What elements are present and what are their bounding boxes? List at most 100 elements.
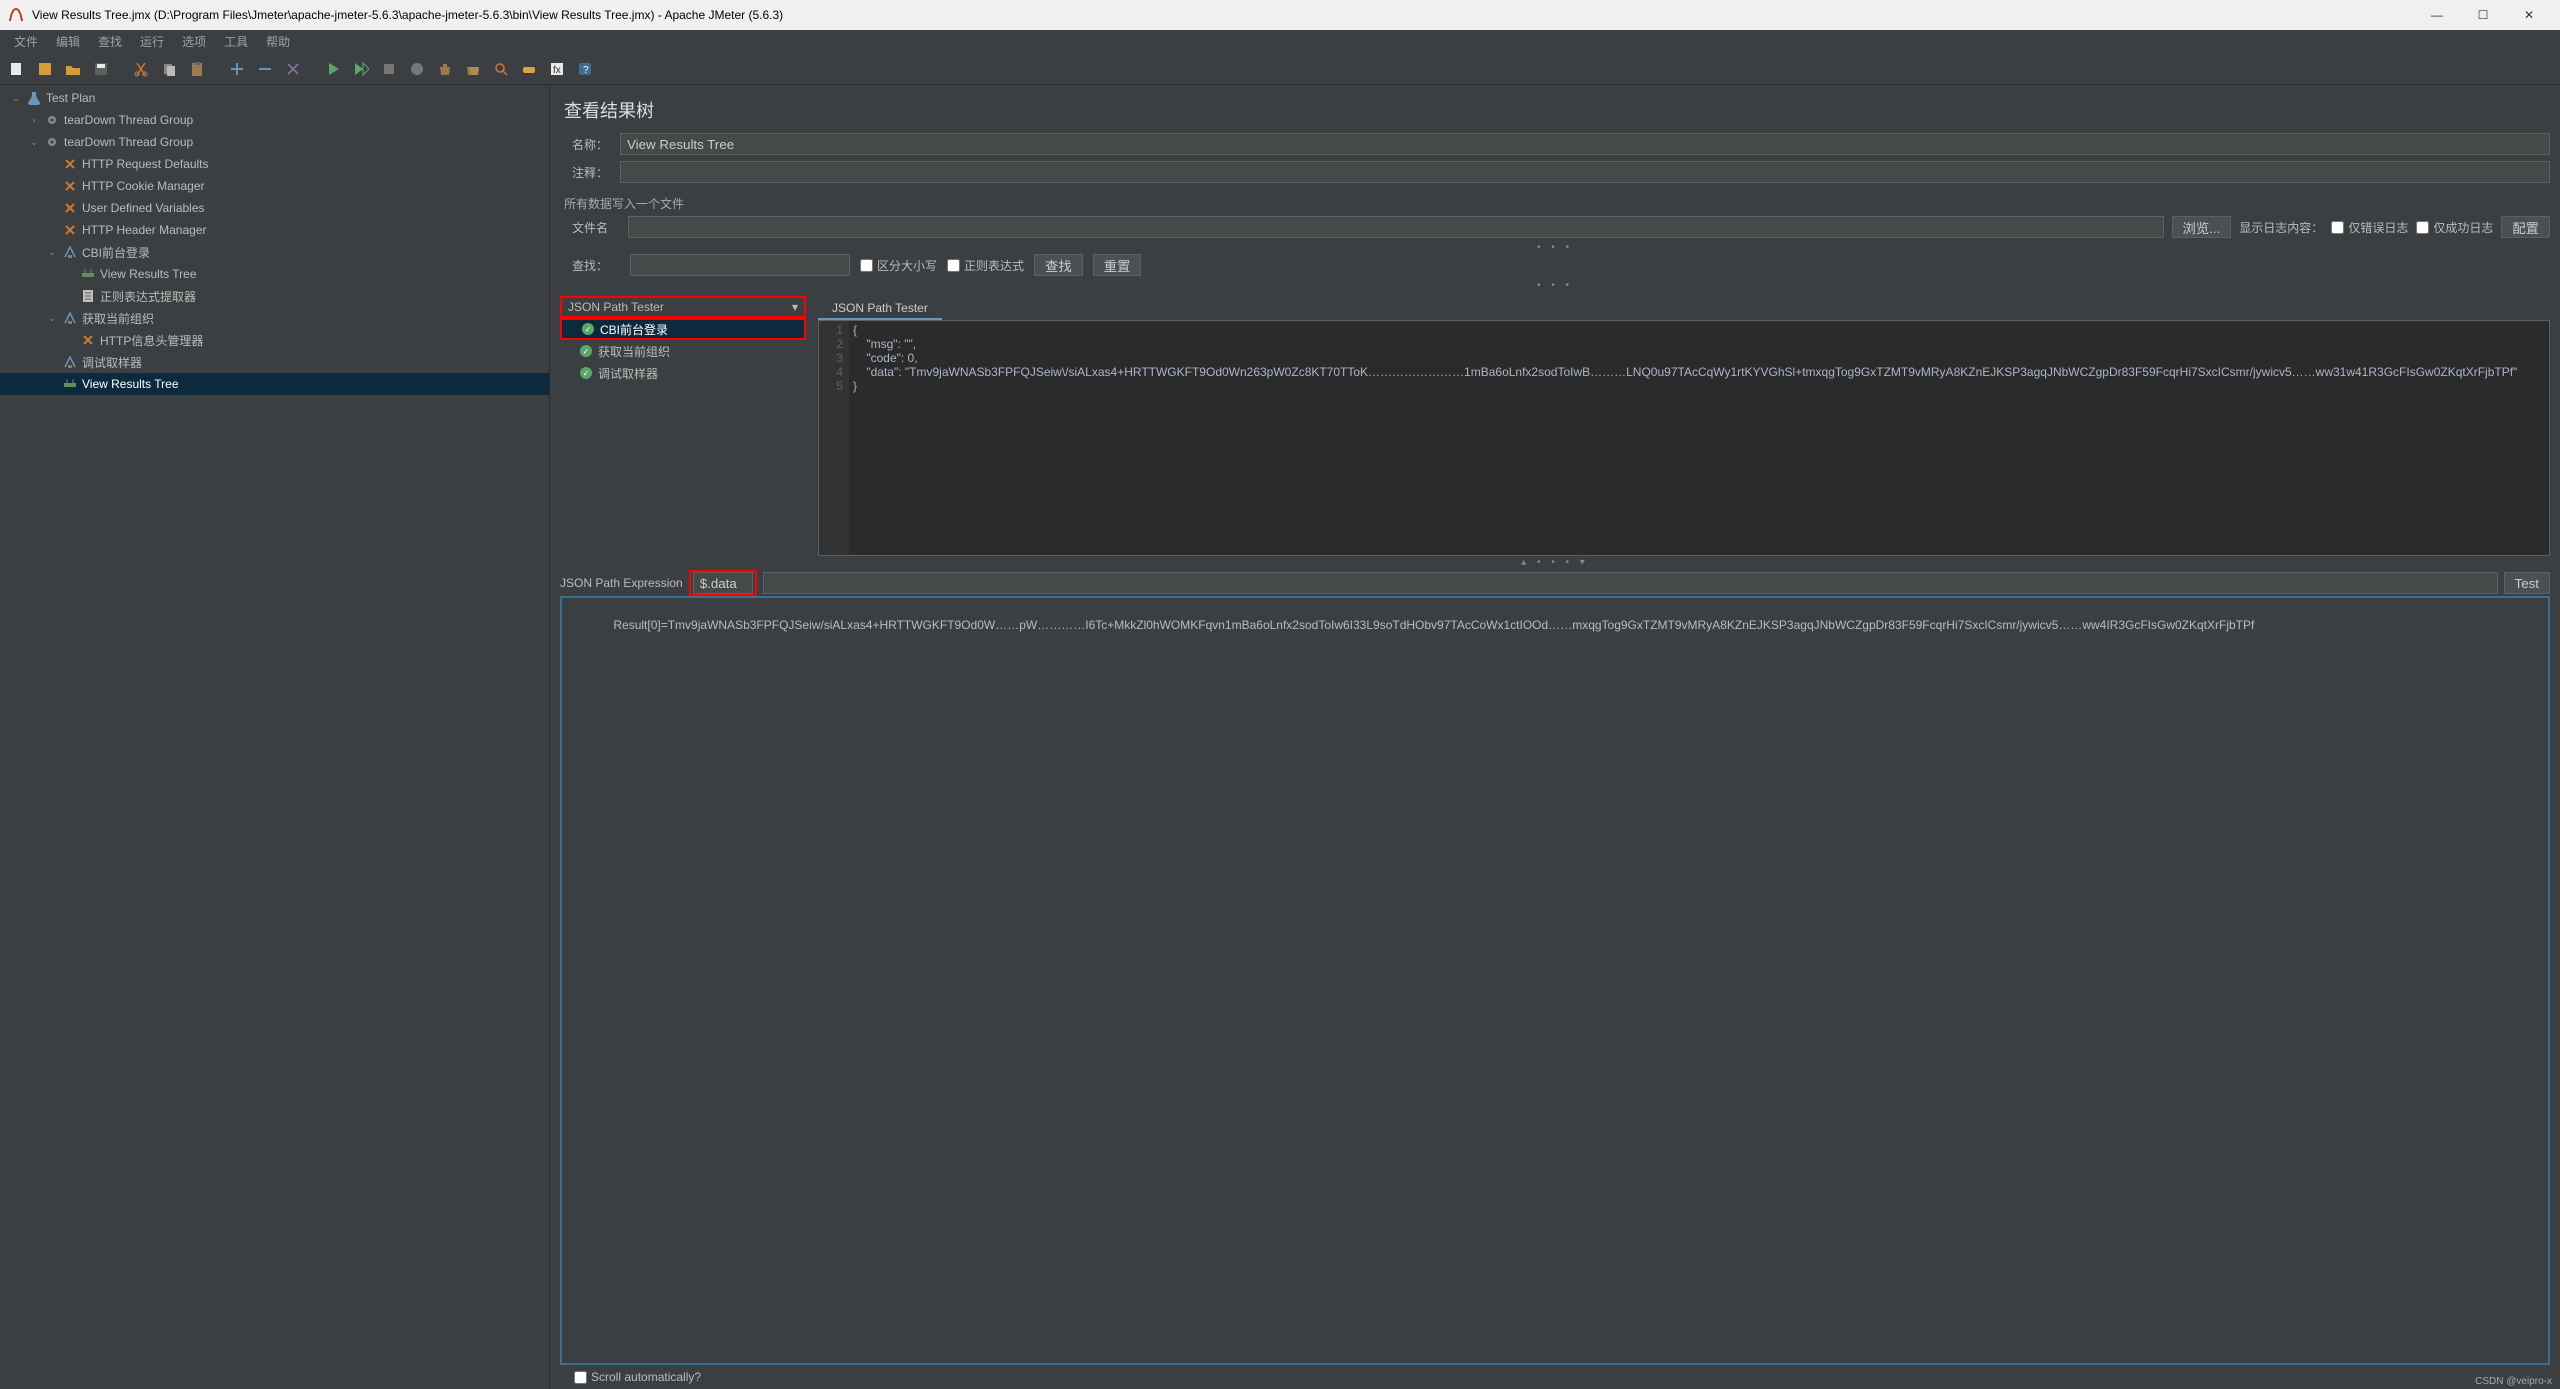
sample-result-row[interactable]: ✓调试取样器 xyxy=(560,362,806,384)
errors-only-checkbox[interactable]: 仅错误日志 xyxy=(2331,219,2408,236)
toolbar-templates-icon[interactable] xyxy=(34,58,56,80)
tree-node[interactable]: View Results Tree xyxy=(0,263,549,285)
menu-run[interactable]: 运行 xyxy=(132,31,172,52)
tree-node[interactable]: 调试取样器 xyxy=(0,351,549,373)
toolbar-start-notimers-icon[interactable] xyxy=(350,58,372,80)
tree-node[interactable]: ⌄tearDown Thread Group xyxy=(0,131,549,153)
filename-input[interactable] xyxy=(628,216,2164,238)
renderer-dropdown[interactable]: JSON Path Tester ▾ xyxy=(560,296,806,318)
divider-icon: • • • xyxy=(560,280,2550,292)
name-label: 名称： xyxy=(560,136,620,153)
tree-node[interactable]: HTTP Request Defaults xyxy=(0,153,549,175)
tree-node-icon xyxy=(62,222,78,238)
content-panel: 查看结果树 名称： 注释： 所有数据写入一个文件 文件名 浏览... 显示日志内… xyxy=(550,85,2560,1389)
toolbar-stop-icon[interactable] xyxy=(378,58,400,80)
sample-result-row[interactable]: ✓ CBI前台登录 xyxy=(560,318,806,340)
toolbar-clearall-icon[interactable] xyxy=(462,58,484,80)
show-log-label: 显示日志内容： xyxy=(2239,219,2323,236)
tree-expander-icon[interactable]: › xyxy=(28,115,40,125)
window-maximize-button[interactable]: ☐ xyxy=(2460,0,2506,30)
toolbar-open-icon[interactable] xyxy=(62,58,84,80)
tree-node[interactable]: 正则表达式提取器 xyxy=(0,285,549,307)
menu-file[interactable]: 文件 xyxy=(6,31,46,52)
success-only-checkbox[interactable]: 仅成功日志 xyxy=(2416,219,2493,236)
tree-node-icon xyxy=(44,134,60,150)
toolbar-collapse-icon[interactable] xyxy=(254,58,276,80)
test-button[interactable]: Test xyxy=(2504,572,2550,594)
find-button[interactable]: 查找 xyxy=(1034,254,1083,276)
tree-node[interactable]: ⌄ Test Plan xyxy=(0,87,549,109)
tree-expander-icon[interactable]: ⌄ xyxy=(28,137,40,148)
sample-results-list[interactable]: ✓ CBI前台登录 ✓获取当前组织✓调试取样器 xyxy=(560,318,806,384)
sample-label: CBI前台登录 xyxy=(600,321,668,338)
menu-search[interactable]: 查找 xyxy=(90,31,130,52)
menu-edit[interactable]: 编辑 xyxy=(48,31,88,52)
tree-node[interactable]: View Results Tree xyxy=(0,373,549,395)
response-code-area[interactable]: 12345 { "msg": "", "code": 0, "data": "T… xyxy=(818,320,2550,556)
toolbar-save-icon[interactable] xyxy=(90,58,112,80)
reset-button[interactable]: 重置 xyxy=(1093,254,1142,276)
json-path-expr-input[interactable] xyxy=(693,572,753,594)
tree-node[interactable]: HTTP信息头管理器 xyxy=(0,329,549,351)
toolbar-toggle-icon[interactable] xyxy=(282,58,304,80)
toolbar-new-icon[interactable] xyxy=(6,58,28,80)
toolbar-searchreset-icon[interactable] xyxy=(518,58,540,80)
toolbar-start-icon[interactable] xyxy=(322,58,344,80)
tree-node[interactable]: › tearDown Thread Group xyxy=(0,109,549,131)
case-sensitive-checkbox[interactable]: 区分大小写 xyxy=(860,257,937,274)
toolbar-function-icon[interactable]: fx xyxy=(546,58,568,80)
toolbar-expand-icon[interactable] xyxy=(226,58,248,80)
success-icon: ✓ xyxy=(582,323,594,335)
split-handle-icon[interactable]: ▴ • • • ▾ xyxy=(560,556,2550,570)
test-plan-tree[interactable]: ⌄ Test Plan › tearDown Thread Group ⌄tearDow… xyxy=(0,85,550,1389)
window-title: View Results Tree.jmx (D:\Program Files\… xyxy=(32,8,2414,22)
menu-options[interactable]: 选项 xyxy=(174,31,214,52)
chevron-down-icon: ▾ xyxy=(792,300,798,314)
toolbar-shutdown-icon[interactable] xyxy=(406,58,428,80)
response-body-text: { "msg": "", "code": 0, "data": "Tmv9jaW… xyxy=(849,321,2549,555)
window-minimize-button[interactable]: — xyxy=(2414,0,2460,30)
tab-json-path-tester[interactable]: JSON Path Tester xyxy=(818,298,942,320)
browse-button[interactable]: 浏览... xyxy=(2172,216,2232,238)
name-input[interactable] xyxy=(620,133,2550,155)
divider-icon: • • • xyxy=(560,242,2550,254)
tree-node[interactable]: HTTP Header Manager xyxy=(0,219,549,241)
tree-node[interactable]: ⌄ 获取当前组织 xyxy=(0,307,549,329)
sample-result-row[interactable]: ✓获取当前组织 xyxy=(560,340,806,362)
json-path-expr-extra-input[interactable] xyxy=(763,572,2498,594)
tree-node-icon xyxy=(62,200,78,216)
menu-tools[interactable]: 工具 xyxy=(216,31,256,52)
tree-expander-icon[interactable]: ⌄ xyxy=(46,247,58,258)
window-close-button[interactable]: ✕ xyxy=(2506,0,2552,30)
tree-node-icon xyxy=(26,90,42,106)
configure-button[interactable]: 配置 xyxy=(2501,216,2550,238)
comment-label: 注释： xyxy=(560,164,620,181)
tree-node[interactable]: User Defined Variables xyxy=(0,197,549,219)
toolbar-copy-icon[interactable] xyxy=(158,58,180,80)
tree-node[interactable]: ⌄ CBI前台登录 xyxy=(0,241,549,263)
tree-expander-icon[interactable]: ⌄ xyxy=(46,313,58,324)
tree-node-label: Test Plan xyxy=(46,91,95,105)
tree-node-label: HTTP Header Manager xyxy=(82,223,207,237)
scroll-auto-checkbox[interactable]: Scroll automatically? xyxy=(574,1370,701,1384)
menu-help[interactable]: 帮助 xyxy=(258,31,298,52)
renderer-selected: JSON Path Tester xyxy=(568,300,664,314)
toolbar-paste-icon[interactable] xyxy=(186,58,208,80)
comment-input[interactable] xyxy=(620,161,2550,183)
json-path-result-box[interactable]: Result[0]=Tmv9jaWNASb3FPFQJSeiw/siALxas4… xyxy=(560,596,2550,1365)
tree-node-label: HTTP Request Defaults xyxy=(82,157,209,171)
toolbar-help-icon[interactable]: ? xyxy=(574,58,596,80)
find-input[interactable] xyxy=(630,254,850,276)
find-label: 查找： xyxy=(560,257,620,274)
toolbar-clear-icon[interactable] xyxy=(434,58,456,80)
toolbar-cut-icon[interactable] xyxy=(130,58,152,80)
tree-node-label: tearDown Thread Group xyxy=(64,113,193,127)
json-path-result-text: Result[0]=Tmv9jaWNASb3FPFQJSeiw/siALxas4… xyxy=(613,618,2254,632)
regex-checkbox[interactable]: 正则表达式 xyxy=(947,257,1024,274)
tree-node-icon xyxy=(80,266,96,282)
tree-node[interactable]: HTTP Cookie Manager xyxy=(0,175,549,197)
tree-node-label: CBI前台登录 xyxy=(82,244,150,261)
toolbar-search-icon[interactable] xyxy=(490,58,512,80)
tree-node-label: 获取当前组织 xyxy=(82,310,154,327)
tree-expander-icon[interactable]: ⌄ xyxy=(10,93,22,104)
